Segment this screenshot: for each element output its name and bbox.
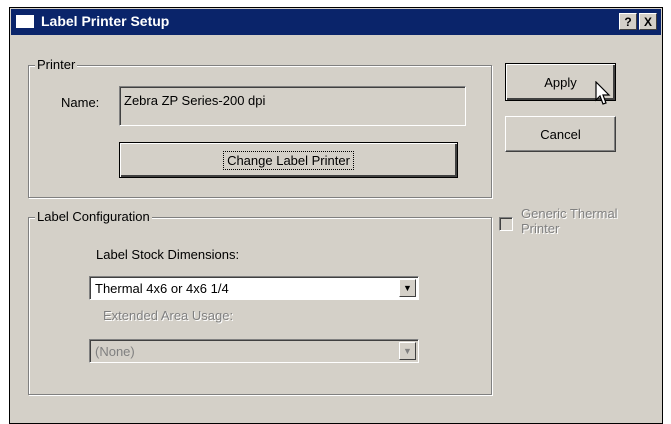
cancel-button[interactable]: Cancel — [505, 116, 616, 152]
close-button[interactable]: X — [639, 13, 657, 30]
label-stock-dimensions-select[interactable]: Thermal 4x6 or 4x6 1/4 ▼ — [89, 276, 419, 300]
generic-thermal-label-line2: Printer — [521, 221, 560, 236]
apply-button-label: Apply — [544, 75, 577, 90]
label-stock-dimensions-value: Thermal 4x6 or 4x6 1/4 — [95, 281, 229, 296]
chevron-down-icon[interactable]: ▼ — [399, 342, 416, 360]
label-configuration-group: Label Configuration Label Stock Dimensio… — [28, 209, 492, 395]
label-stock-dimensions-label: Label Stock Dimensions: — [96, 247, 240, 262]
extended-area-usage-label: Extended Area Usage: — [103, 308, 234, 323]
change-label-printer-button[interactable]: Change Label Printer — [119, 142, 458, 178]
extended-area-usage-select[interactable]: (None) ▼ — [89, 339, 419, 363]
title-bar[interactable]: Label Printer Setup ? X — [11, 9, 661, 35]
generic-thermal-printer-label: Generic Thermal Printer — [521, 206, 618, 236]
change-label-printer-label: Change Label Printer — [223, 151, 354, 170]
printer-group: Printer Name: Zebra ZP Series-200 dpi Ch… — [28, 57, 492, 198]
chevron-down-icon[interactable]: ▼ — [399, 279, 416, 297]
printer-name-label: Name: — [61, 95, 100, 110]
window-icon — [16, 15, 34, 28]
printer-name-value: Zebra ZP Series-200 dpi — [124, 93, 266, 108]
generic-thermal-printer-checkbox[interactable] — [499, 217, 513, 231]
window-title: Label Printer Setup — [41, 13, 170, 29]
label-configuration-title: Label Configuration — [35, 209, 152, 224]
mouse-pointer-icon — [595, 81, 611, 105]
generic-thermal-label-line1: Generic Thermal — [521, 206, 618, 221]
cancel-button-label: Cancel — [540, 127, 581, 142]
printer-name-field: Zebra ZP Series-200 dpi — [119, 86, 466, 126]
label-printer-setup-dialog: Label Printer Setup ? X Printer Name: Ze… — [9, 7, 663, 424]
help-button[interactable]: ? — [619, 13, 637, 30]
extended-area-usage-value: (None) — [95, 344, 135, 359]
printer-group-title: Printer — [35, 57, 78, 72]
